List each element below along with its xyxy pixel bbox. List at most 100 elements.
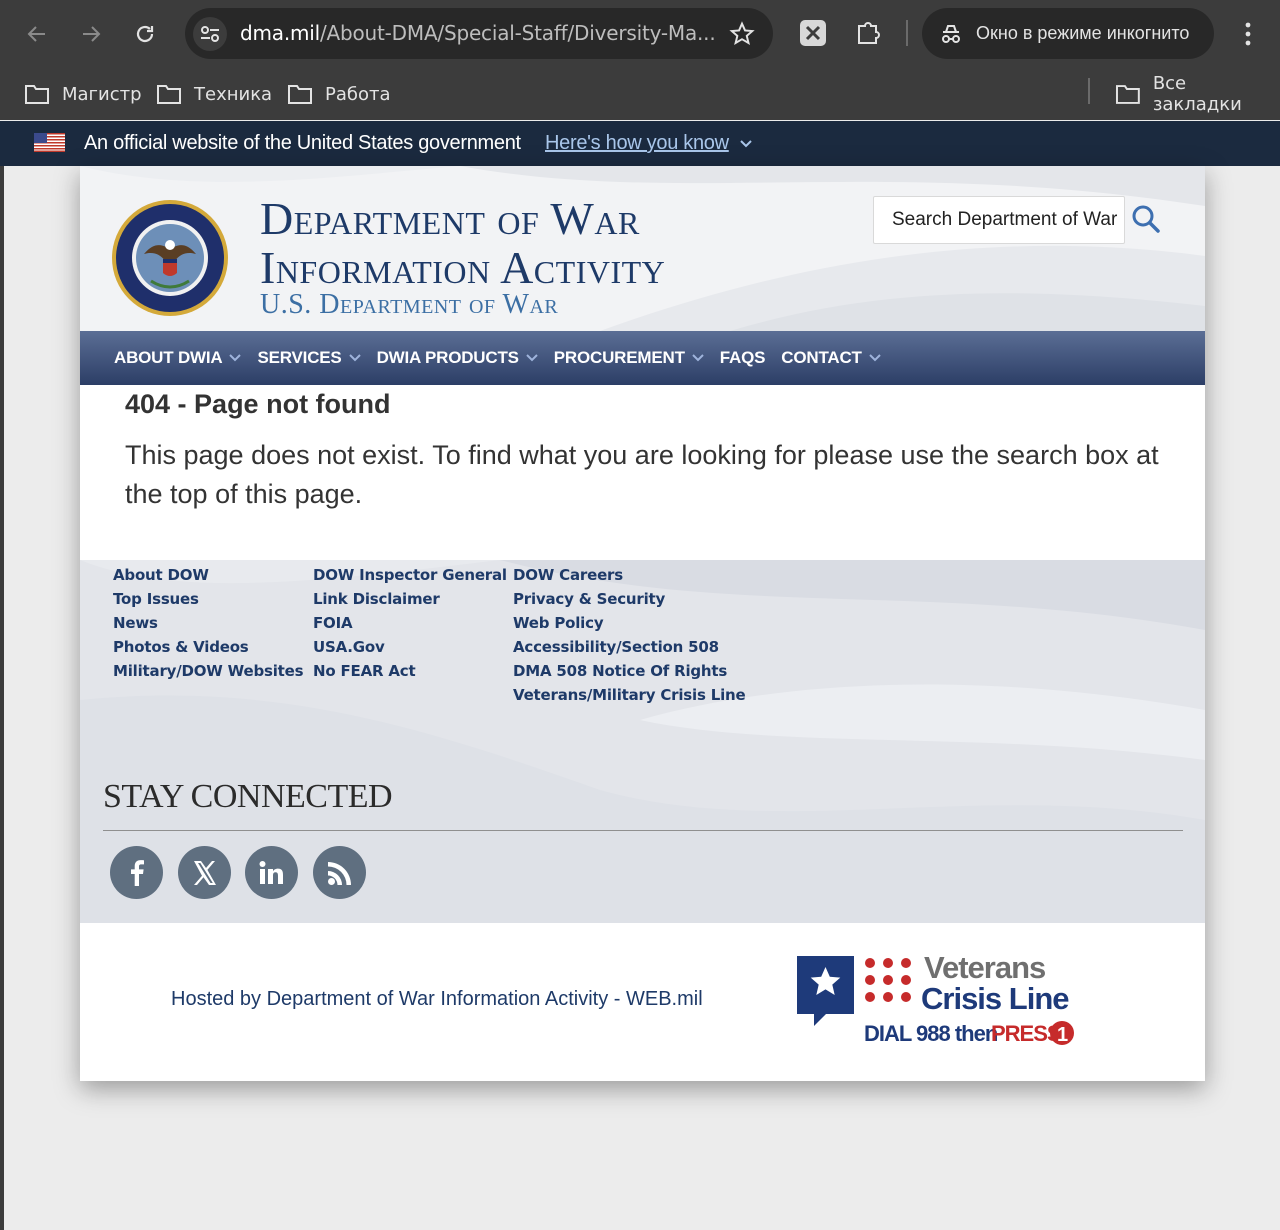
rss-icon	[327, 861, 351, 885]
folder-icon	[25, 85, 49, 104]
error-message: This page does not exist. To find what y…	[125, 440, 1159, 509]
stay-connected-heading: STAY CONNECTED	[103, 778, 393, 815]
chevron-down-icon	[229, 354, 242, 362]
rss-button[interactable]	[313, 846, 366, 899]
extension-icon[interactable]	[798, 18, 828, 48]
nav-label: PROCUREMENT	[553, 348, 685, 367]
main-nav: ABOUT DWIA SERVICES DWIA PRODUCTS PROCUR…	[80, 331, 1205, 385]
reload-button[interactable]	[127, 16, 163, 52]
site-title-line1[interactable]: Department of War	[260, 192, 640, 245]
bookmark-label: Техника	[194, 83, 273, 105]
veterans-crisis-line-logo[interactable]: Veterans Crisis Line DIAL 988 then PRESS…	[796, 953, 1076, 1048]
site-info-icon	[201, 26, 219, 42]
forward-arrow-icon	[83, 26, 101, 42]
bookmarks-bar: Магистр Техника Работа Все закладки	[0, 68, 1280, 120]
facebook-button[interactable]	[110, 846, 163, 899]
more-menu-icon[interactable]	[1234, 18, 1262, 50]
nav-contact[interactable]: CONTACT	[781, 348, 881, 368]
incognito-label: Окно в режиме инкогнито	[976, 23, 1190, 43]
footer-link[interactable]: News	[113, 611, 303, 635]
footer-link[interactable]: FOIA	[313, 611, 507, 635]
footer-link[interactable]: About DOW	[113, 563, 303, 587]
puzzle-icon[interactable]	[853, 18, 883, 48]
site-title-line2[interactable]: Information Activity	[260, 241, 665, 294]
footer-link[interactable]: DOW Inspector General	[313, 563, 507, 587]
gov-banner: An official website of the United States…	[0, 121, 1280, 166]
x-button[interactable]	[178, 846, 231, 899]
site-header: Department of War Information Activity U…	[80, 166, 1205, 331]
hosted-by-text[interactable]: Hosted by Department of War Information …	[171, 988, 703, 1011]
all-bookmarks-button[interactable]: Все закладки	[1115, 73, 1280, 115]
footer-col-2: DOW Inspector General Link Disclaimer FO…	[313, 563, 507, 683]
folder-icon	[288, 85, 312, 104]
site-bottom-bar: Hosted by Department of War Information …	[80, 923, 1205, 1081]
page-edge	[0, 166, 4, 1230]
incognito-chip[interactable]: Окно в режиме инкогнито	[922, 8, 1214, 59]
footer-link[interactable]: Photos & Videos	[113, 635, 303, 659]
footer-link[interactable]: USA.Gov	[313, 635, 507, 659]
dow-seal-logo	[112, 200, 228, 316]
url-text[interactable]: dma.mil/About-DMA/Special-Staff/Diversit…	[240, 21, 716, 45]
gov-banner-text: An official website of the United States…	[84, 132, 521, 154]
page-title: 404 - Page not found	[125, 389, 391, 419]
browser-toolbar: dma.mil/About-DMA/Special-Staff/Diversit…	[0, 0, 1280, 68]
nav-procurement[interactable]: PROCUREMENT	[554, 348, 704, 368]
back-button[interactable]	[19, 16, 55, 52]
nav-label: CONTACT	[781, 348, 862, 367]
toolbar-divider	[906, 20, 908, 46]
site-info-button[interactable]	[193, 17, 227, 51]
browser-chrome: dma.mil/About-DMA/Special-Staff/Diversit…	[0, 0, 1280, 120]
footer-link[interactable]: Privacy & Security	[513, 587, 745, 611]
footer-link[interactable]: Veterans/Military Crisis Line	[513, 683, 746, 707]
address-bar[interactable]: dma.mil/About-DMA/Special-Staff/Diversit…	[185, 8, 773, 59]
nav-label: DWIA PRODUCTS	[376, 348, 519, 367]
linkedin-button[interactable]	[245, 846, 298, 899]
nav-about-dwia[interactable]: ABOUT DWIA	[114, 348, 242, 368]
nav-dwia-products[interactable]: DWIA PRODUCTS	[377, 348, 538, 368]
search-icon[interactable]	[1131, 204, 1161, 234]
us-flag-icon	[34, 133, 65, 152]
footer-link[interactable]: Top Issues	[113, 587, 303, 611]
search-input[interactable]: Search Department of War	[873, 196, 1125, 244]
footer-link[interactable]: DMA 508 Notice Of Rights	[513, 659, 745, 683]
chevron-down-icon	[692, 354, 704, 362]
x-icon	[193, 860, 216, 885]
nav-label: ABOUT DWIA	[114, 348, 223, 367]
nav-label: FAQS	[719, 348, 766, 367]
chevron-down-icon	[348, 354, 361, 362]
url-path: /About-DMA/Special-Staff/Diversity-Ma...	[320, 21, 716, 45]
bookmark-folder-rabota[interactable]: Работа	[287, 80, 391, 108]
footer-col-3: DOW Careers Privacy & Security Web Polic…	[513, 563, 746, 707]
chevron-down-icon	[868, 354, 881, 362]
nav-services[interactable]: SERVICES	[257, 348, 361, 368]
linkedin-icon	[259, 860, 283, 884]
footer-link[interactable]: Link Disclaimer	[313, 587, 507, 611]
vcl-dial: DIAL 988 then	[864, 1021, 998, 1046]
chevron-down-icon	[740, 139, 752, 147]
footer-col-1: About DOW Top Issues News Photos & Video…	[113, 563, 304, 683]
bookmark-folder-magistr[interactable]: Магистр	[24, 80, 142, 108]
forward-button[interactable]	[73, 16, 109, 52]
facebook-icon	[130, 859, 144, 886]
folder-icon	[1115, 85, 1140, 104]
reload-icon	[136, 25, 154, 43]
footer-link[interactable]: Military/DOW Websites	[113, 659, 304, 683]
site-footer: About DOW Top Issues News Photos & Video…	[80, 560, 1205, 923]
vcl-press-number: 1	[1057, 1024, 1068, 1046]
how-you-know-link[interactable]: Here's how you know	[545, 132, 753, 155]
how-you-know-label: Here's how you know	[545, 132, 729, 154]
folder-icon	[157, 85, 181, 104]
site-subtitle[interactable]: U.S. Department of War	[260, 289, 558, 321]
all-bookmarks-label: Все закладки	[1152, 73, 1242, 115]
bookmark-folder-tehnika[interactable]: Техника	[156, 80, 272, 108]
footer-link[interactable]: Accessibility/Section 508	[513, 635, 745, 659]
footer-link[interactable]: DOW Careers	[513, 563, 745, 587]
url-host: dma.mil	[240, 21, 320, 45]
site-card: Department of War Information Activity U…	[80, 166, 1205, 1081]
footer-link[interactable]: Web Policy	[513, 611, 745, 635]
nav-faqs[interactable]: FAQS	[720, 348, 766, 368]
back-arrow-icon	[27, 26, 45, 42]
vcl-line2: Crisis Line	[921, 981, 1069, 1016]
star-icon[interactable]	[729, 21, 755, 47]
footer-link[interactable]: No FEAR Act	[313, 659, 507, 683]
